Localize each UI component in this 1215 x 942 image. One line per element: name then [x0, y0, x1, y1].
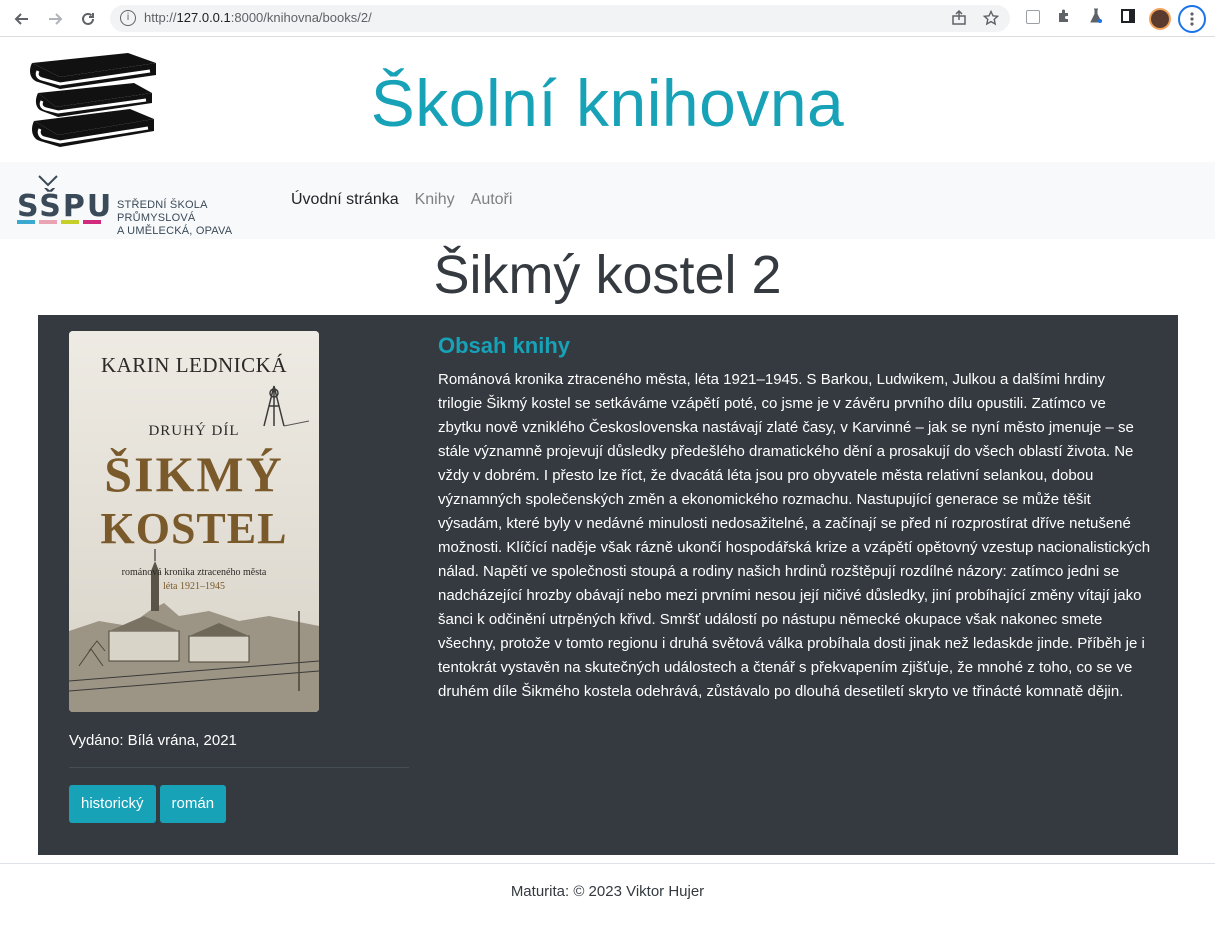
book-cover-image: KARIN LEDNICKÁ DRUHÝ DÍL ŠIKMÝ KOSTEL ro…: [69, 331, 319, 712]
nav-link-authors[interactable]: Autoři: [471, 191, 513, 209]
school-logo-letters: SŠPU: [17, 189, 114, 224]
nav-link-home[interactable]: Úvodní stránka: [291, 191, 399, 209]
logo-bar-magenta: [83, 220, 101, 224]
back-button[interactable]: [10, 7, 34, 31]
address-bar[interactable]: i http://127.0.0.1:8000/knihovna/books/2…: [110, 5, 1010, 32]
published-info: Vydáno: Bílá vrána, 2021: [69, 732, 237, 749]
tag-roman[interactable]: román: [159, 785, 227, 823]
site-info-icon[interactable]: i: [120, 10, 136, 26]
url-host: 127.0.0.1: [176, 10, 231, 25]
url-text[interactable]: http://127.0.0.1:8000/knihovna/books/2/: [144, 10, 372, 25]
browser-toolbar: i http://127.0.0.1:8000/knihovna/books/2…: [0, 0, 1215, 37]
logo-bar-blue: [17, 220, 35, 224]
share-icon[interactable]: [950, 9, 968, 28]
flask-icon[interactable]: [1086, 8, 1106, 28]
cover-title-line1: ŠIKMÝ: [104, 446, 284, 502]
arrow-right-icon: [49, 13, 63, 25]
page: Školní knihovna SŠPU STŘEDNÍ ŠKOLA PRŮMY…: [0, 37, 1215, 942]
nav-link-books[interactable]: Knihy: [415, 191, 455, 209]
arrow-left-icon: [14, 13, 28, 25]
puzzle-icon[interactable]: [1054, 8, 1074, 28]
footer-divider: [0, 863, 1215, 864]
qr-icon[interactable]: [1026, 10, 1040, 24]
sidebar-icon[interactable]: [1118, 8, 1138, 28]
nav-links: Úvodní stránka Knihy Autoři: [291, 191, 512, 209]
cover-part: DRUHÝ DÍL: [148, 423, 240, 439]
genre-tags: historický román: [69, 785, 227, 823]
book-title: Šikmý kostel 2: [433, 245, 782, 305]
tag-historicky[interactable]: historický: [69, 785, 156, 823]
school-logo-text: STŘEDNÍ ŠKOLA PRŮMYSLOVÁ A UMĚLECKÁ, OPA…: [117, 199, 277, 238]
star-icon[interactable]: [982, 9, 1000, 28]
cover-title-line2: KOSTEL: [100, 504, 288, 553]
logo-bar-pink: [39, 220, 57, 224]
navbar: SŠPU STŘEDNÍ ŠKOLA PRŮMYSLOVÁ A UMĚLECKÁ…: [0, 162, 1215, 239]
site-header: Školní knihovna: [0, 37, 1215, 162]
school-logo-line2: A UMĚLECKÁ, OPAVA: [117, 225, 233, 237]
forward-button[interactable]: [43, 7, 67, 31]
content-text: Románová kronika ztraceného města, léta …: [438, 371, 1151, 700]
school-logo[interactable]: SŠPU STŘEDNÍ ŠKOLA PRŮMYSLOVÁ A UMĚLECKÁ…: [17, 175, 277, 237]
content-heading: Obsah knihy: [438, 333, 571, 358]
logo-bar-green: [61, 220, 79, 224]
site-title: Školní knihovna: [370, 66, 845, 140]
url-prefix: http://: [144, 10, 177, 25]
footer-text: Maturita: © 2023 Viktor Hujer: [510, 883, 705, 900]
school-logo-line1: STŘEDNÍ ŠKOLA PRŮMYSLOVÁ: [117, 199, 208, 224]
cover-years: léta 1921–1945: [163, 581, 225, 592]
book-detail-card: KARIN LEDNICKÁ DRUHÝ DÍL ŠIKMÝ KOSTEL ro…: [38, 315, 1178, 855]
reload-icon: [82, 12, 94, 25]
reload-button[interactable]: [76, 7, 100, 31]
profile-avatar[interactable]: [1149, 8, 1171, 30]
kebab-menu-icon[interactable]: [1178, 5, 1206, 33]
url-path: :8000/knihovna/books/2/: [230, 10, 372, 25]
divider: [69, 767, 409, 768]
cover-author: KARIN LEDNICKÁ: [100, 353, 288, 377]
cover-subtitle: románová kronika ztraceného města: [121, 567, 267, 578]
logo-chevron-icon: [38, 175, 58, 187]
